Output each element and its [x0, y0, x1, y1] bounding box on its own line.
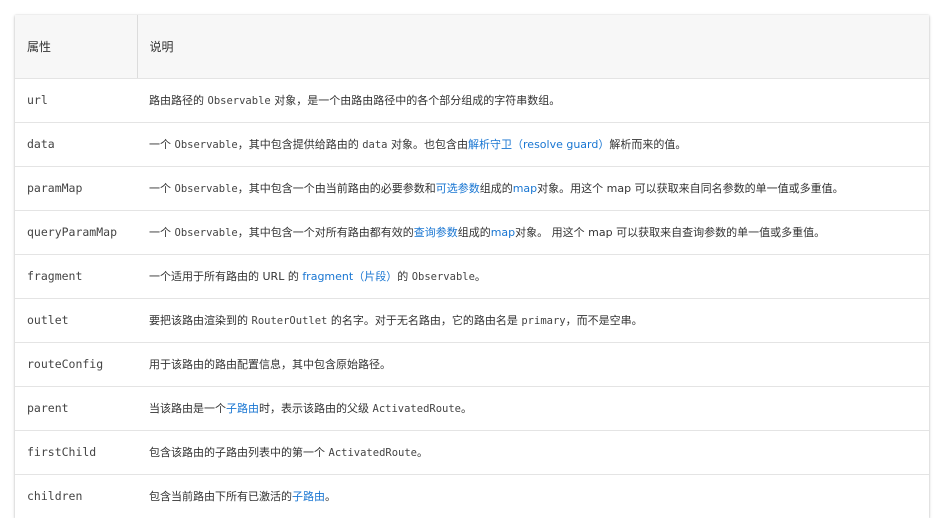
description-text: 对象。 用这个 map 可以获取来自查询参数的单一值或多重值。	[515, 226, 826, 239]
inline-code: ActivatedRoute	[328, 447, 418, 459]
property-name: url	[15, 78, 137, 123]
doc-link[interactable]: fragment（片段）	[302, 270, 397, 283]
properties-table: 属性 说明 url 路由路径的 Observable 对象，是一个由路由路径中的各…	[15, 15, 929, 518]
description-text: 一个	[149, 182, 175, 195]
description-text: 路由路径的	[149, 94, 208, 107]
activated-route-properties-table: 属性 说明 url 路由路径的 Observable 对象，是一个由路由路径中的各…	[15, 15, 929, 518]
doc-link[interactable]: map	[491, 226, 515, 239]
property-description: 包含当前路由下所有已激活的子路由。	[137, 474, 929, 518]
description-text: 解析而来的值。	[609, 138, 687, 151]
description-text: 对象，是一个由路由路径中的各个部分组成的字符串数组。	[270, 94, 561, 107]
property-description: 一个 Observable，其中包含一个由当前路由的必要参数和可选参数组成的ma…	[137, 166, 929, 211]
property-description: 一个 Observable，其中包含提供给路由的 data 对象。也包含由解析守…	[137, 122, 929, 167]
description-text: 。	[474, 270, 486, 283]
property-description: 用于该路由的路由配置信息，其中包含原始路径。	[137, 342, 929, 387]
inline-code: primary	[521, 315, 566, 327]
doc-link[interactable]: 可选参数	[436, 182, 480, 195]
doc-link[interactable]: 查询参数	[414, 226, 458, 239]
table-row: firstChild 包含该路由的子路由列表中的第一个 ActivatedRout…	[15, 430, 929, 475]
description-text: 对象。也包含由	[387, 138, 469, 151]
inline-code: Observable	[174, 183, 238, 195]
inline-code: Observable	[174, 139, 238, 151]
header-row: 属性 说明	[15, 15, 929, 79]
table-row: paramMap 一个 Observable，其中包含一个由当前路由的必要参数和可…	[15, 166, 929, 211]
property-name: fragment	[15, 254, 137, 299]
description-text: 要把该路由渲染到的	[149, 314, 252, 327]
doc-link[interactable]: 子路由	[292, 490, 325, 503]
description-text: 组成的	[457, 226, 491, 239]
description-text: ，其中包含一个对所有路由都有效的	[237, 226, 414, 239]
property-description: 一个适用于所有路由的 URL 的 fragment（片段）的 Observabl…	[137, 254, 929, 299]
description-text: 包含该路由的子路由列表中的第一个	[149, 446, 329, 459]
description-text: 的名字。对于无名路由，它的路由名是	[327, 314, 522, 327]
table-row: data 一个 Observable，其中包含提供给路由的 data 对象。也包含…	[15, 122, 929, 167]
description-text: 一个适用于所有路由的 URL 的	[149, 270, 303, 283]
table-row: fragment 一个适用于所有路由的 URL 的 fragment（片段）的 O…	[15, 254, 929, 299]
description-text: 当该路由是一个	[149, 402, 226, 415]
description-text: 。	[461, 402, 473, 415]
inline-code: data	[362, 139, 388, 151]
property-name: data	[15, 122, 137, 167]
table-body: url 路由路径的 Observable 对象，是一个由路由路径中的各个部分组成的…	[15, 78, 929, 518]
property-description: 路由路径的 Observable 对象，是一个由路由路径中的各个部分组成的字符串…	[137, 78, 929, 123]
description-text: ，其中包含提供给路由的	[237, 138, 363, 151]
inline-code: ActivatedRoute	[372, 403, 462, 415]
property-name: children	[27, 489, 83, 504]
description-text: ，其中包含一个由当前路由的必要参数和	[237, 182, 436, 195]
description-text: 时，表示该路由的父级	[259, 402, 373, 415]
table-row: parent 当该路由是一个子路由时，表示该路由的父级 ActivatedRout…	[15, 386, 929, 431]
table-row: children 包含当前路由下所有已激活的子路由。	[15, 474, 929, 518]
description-text: 。	[325, 490, 336, 504]
header-property: 属性	[15, 15, 138, 79]
property-description: 一个 Observable，其中包含一个对所有路由都有效的查询参数组成的map对…	[137, 210, 929, 255]
description-text: 一个	[149, 226, 175, 239]
doc-link[interactable]: 子路由	[226, 402, 259, 415]
property-description: 包含该路由的子路由列表中的第一个 ActivatedRoute。	[137, 430, 929, 475]
table-row: outlet 要把该路由渲染到的 RouterOutlet 的名字。对于无名路由，…	[15, 298, 929, 343]
description-text: 对象。用这个 map 可以获取来自同名参数的单一值或多重值。	[537, 182, 844, 195]
property-name: firstChild	[15, 430, 137, 475]
description-text: 。	[417, 446, 429, 459]
inline-code: Observable	[411, 271, 475, 283]
property-name: parent	[15, 386, 137, 431]
doc-link[interactable]: 解析守卫（resolve guard）	[468, 138, 609, 151]
property-name: outlet	[15, 298, 137, 343]
inline-code: RouterOutlet	[251, 315, 328, 327]
property-name: routeConfig	[15, 342, 137, 387]
description-text: 包含当前路由下所有已激活的	[149, 490, 292, 504]
inline-code: Observable	[207, 95, 271, 107]
table-row: routeConfig 用于该路由的路由配置信息，其中包含原始路径。	[15, 342, 929, 387]
description-text: 一个	[149, 138, 175, 151]
table-header: 属性 说明	[15, 15, 929, 79]
inline-code: Observable	[174, 227, 238, 239]
description-text: 组成的	[479, 182, 513, 195]
property-name: paramMap	[15, 166, 137, 211]
doc-link[interactable]: map	[513, 182, 537, 195]
header-description: 说明	[137, 15, 929, 79]
table-row: url 路由路径的 Observable 对象，是一个由路由路径中的各个部分组成的…	[15, 78, 929, 123]
property-description: 要把该路由渲染到的 RouterOutlet 的名字。对于无名路由，它的路由名是…	[137, 298, 929, 343]
description-text: ，而不是空串。	[565, 314, 643, 327]
description-text: 用于该路由的路由配置信息，其中包含原始路径。	[149, 358, 391, 371]
table-row: queryParamMap 一个 Observable，其中包含一个对所有路由都有…	[15, 210, 929, 255]
property-name: queryParamMap	[15, 210, 137, 255]
property-description: 当该路由是一个子路由时，表示该路由的父级 ActivatedRoute。	[137, 386, 929, 431]
description-text: 的	[397, 270, 412, 283]
